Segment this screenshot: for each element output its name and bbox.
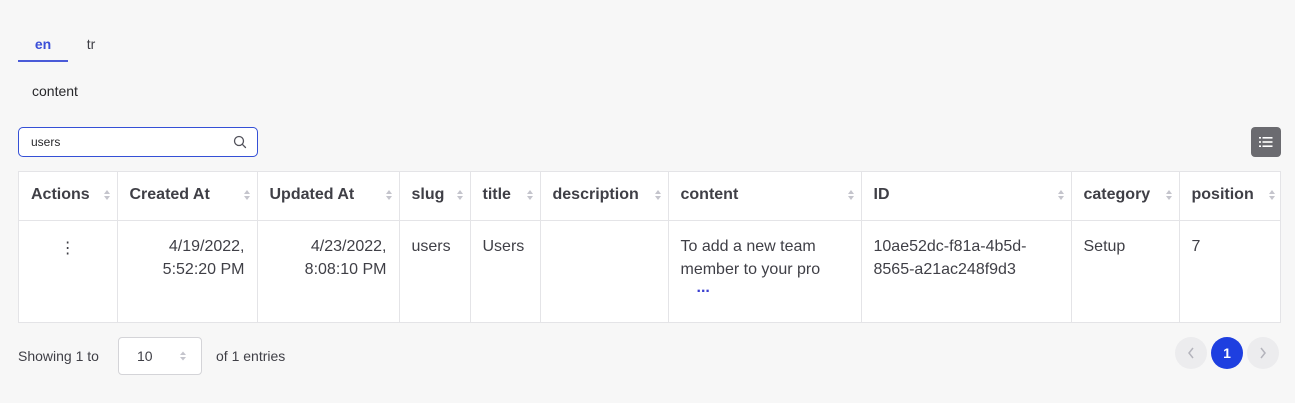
expand-content-button[interactable]: ... (681, 279, 849, 295)
sort-icon[interactable] (1057, 188, 1065, 202)
updown-icon (180, 351, 186, 361)
column-header-description[interactable]: description (540, 172, 669, 221)
pagination: 1 (1175, 337, 1279, 369)
sort-icon[interactable] (654, 188, 662, 202)
page-size-value: 10 (137, 348, 153, 364)
page-size-select[interactable]: 10 (118, 337, 202, 375)
search-input[interactable] (31, 135, 233, 149)
prev-page-button[interactable] (1175, 337, 1207, 369)
column-header-position[interactable]: position (1179, 172, 1280, 221)
column-header-content[interactable]: content (668, 172, 862, 221)
column-toggle-button[interactable] (1251, 127, 1281, 157)
tab-en[interactable]: en (18, 28, 68, 62)
data-table: Actions Created At Updated At slug title… (18, 171, 1281, 323)
list-icon (1259, 137, 1273, 147)
sort-icon[interactable] (1165, 188, 1173, 202)
cell-updated-at: 4/23/2022, 8:08:10 PM (257, 220, 400, 322)
column-header-actions[interactable]: Actions (19, 172, 118, 221)
cell-category: Setup (1071, 220, 1180, 322)
kebab-icon[interactable]: ⋮ (31, 235, 105, 260)
entries-label: of 1 entries (216, 348, 286, 364)
language-tabs: en tr (18, 28, 114, 62)
column-header-slug[interactable]: slug (399, 172, 471, 221)
cell-position: 7 (1191, 237, 1201, 255)
column-header-title[interactable]: title (470, 172, 541, 221)
sort-icon[interactable] (385, 188, 393, 202)
tab-content[interactable]: content (32, 83, 78, 99)
cell-description (540, 220, 669, 322)
next-page-button[interactable] (1247, 337, 1279, 369)
search-box[interactable] (18, 127, 258, 157)
chevron-right-icon (1260, 347, 1266, 359)
sort-icon[interactable] (103, 188, 111, 202)
column-header-category[interactable]: category (1071, 172, 1180, 221)
tab-tr[interactable]: tr (68, 28, 114, 62)
search-icon[interactable] (233, 135, 247, 149)
chevron-left-icon (1188, 347, 1194, 359)
cell-content: To add a new team member to your pro ... (668, 220, 862, 322)
page-button-1[interactable]: 1 (1211, 337, 1243, 369)
table-header-row: Actions Created At Updated At slug title… (19, 172, 1280, 221)
cell-slug: users (399, 220, 471, 322)
sort-icon[interactable] (1268, 188, 1276, 202)
column-header-created-at[interactable]: Created At (117, 172, 258, 221)
sort-icon[interactable] (847, 188, 855, 202)
cell-id: 10ae52dc-f81a-4b5d-8565-a21ac248f9d3 (861, 220, 1072, 322)
content-text: To add a new team member to your pro (680, 237, 821, 278)
table-row[interactable]: ⋮ 4/19/2022, 5:52:20 PM 4/23/2022, 8:08:… (19, 220, 1280, 322)
column-header-id[interactable]: ID (861, 172, 1072, 221)
sort-icon[interactable] (456, 188, 464, 202)
sort-icon[interactable] (526, 188, 534, 202)
cell-title: Users (470, 220, 541, 322)
column-header-updated-at[interactable]: Updated At (257, 172, 400, 221)
sort-icon[interactable] (243, 188, 251, 202)
showing-label: Showing 1 to (18, 348, 99, 364)
cell-actions: ⋮ (19, 220, 118, 322)
cell-created-at: 4/19/2022, 5:52:20 PM (117, 220, 258, 322)
